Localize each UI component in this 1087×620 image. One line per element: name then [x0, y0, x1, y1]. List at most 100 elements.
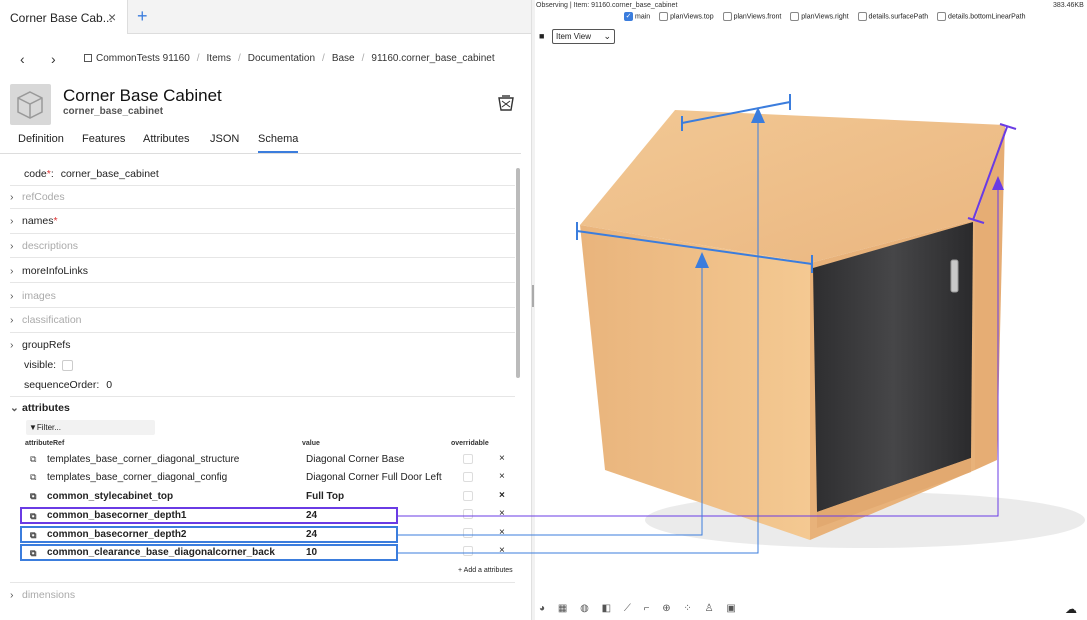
column-header-overridable: overridable: [451, 440, 489, 447]
remove-icon[interactable]: ×: [499, 527, 505, 538]
external-link-icon[interactable]: ⧉: [30, 491, 36, 502]
attribute-ref[interactable]: templates_base_corner_diagonal_structure: [47, 454, 239, 465]
page-title: Corner Base Cabinet: [63, 86, 222, 105]
section-label: names: [22, 215, 54, 227]
door-handle: [950, 259, 959, 293]
table-row: ⧉ templates_base_corner_diagonal_structu…: [20, 452, 517, 469]
breadcrumb-item[interactable]: Items: [207, 53, 231, 64]
section-refcodes[interactable]: › refCodes: [10, 191, 515, 203]
row-controls: ×: [398, 507, 518, 524]
attribute-filter-input[interactable]: ▼Filter...: [26, 420, 155, 435]
remove-icon[interactable]: ×: [499, 545, 505, 556]
compass-icon[interactable]: ◍: [580, 603, 589, 614]
brush-icon[interactable]: ⟋: [624, 603, 631, 614]
visible-checkbox[interactable]: [62, 359, 74, 371]
cabinet-left-side: [580, 225, 810, 540]
row-controls: ×: [398, 526, 518, 543]
cloud-download-icon[interactable]: ☁: [1065, 602, 1077, 616]
attribute-ref[interactable]: common_clearance_base_diagonalcorner_bac…: [47, 547, 275, 558]
section-dimensions[interactable]: › dimensions: [10, 589, 75, 601]
dots-grid-icon[interactable]: ⁘: [683, 603, 691, 614]
section-label: classification: [22, 314, 82, 326]
remove-icon[interactable]: ×: [499, 453, 505, 464]
section-classification[interactable]: › classification: [10, 314, 515, 326]
overridable-checkbox[interactable]: [463, 491, 473, 501]
overridable-checkbox[interactable]: [463, 472, 473, 482]
cabinet-3d-model[interactable]: [535, 0, 1087, 600]
overridable-checkbox[interactable]: [463, 454, 473, 464]
add-tab-icon[interactable]: +: [137, 6, 148, 27]
cube-icon: [17, 91, 43, 119]
overridable-checkbox[interactable]: [463, 546, 473, 556]
cube-icon[interactable]: ◧: [602, 603, 611, 614]
visible-label: visible:: [24, 359, 57, 371]
gallery-icon[interactable]: ▣: [726, 603, 735, 614]
external-link-icon[interactable]: ⧉: [30, 454, 36, 465]
overridable-checkbox[interactable]: [463, 528, 473, 538]
sequence-value: 0: [106, 379, 113, 391]
external-link-icon[interactable]: ⧉: [30, 548, 36, 559]
breadcrumb: CommonTests 91160/Items / Documentation / Ba…: [84, 53, 495, 64]
crop-icon[interactable]: ⌐: [644, 603, 650, 614]
table-row: ⧉ common_stylecabinet_top Full Top ×: [20, 489, 517, 506]
breadcrumb-item[interactable]: CommonTests 91160: [96, 53, 190, 64]
close-icon[interactable]: ×: [108, 9, 116, 25]
attribute-value: Diagonal Corner Base: [306, 454, 405, 465]
chevron-right-icon: ›: [10, 589, 14, 601]
trash-icon[interactable]: [497, 95, 515, 113]
remove-icon[interactable]: ×: [499, 471, 505, 482]
table-row-highlighted: ⧉ common_basecorner_depth1 24: [20, 507, 398, 524]
breadcrumb-item[interactable]: Documentation: [248, 53, 315, 64]
table-row-highlighted: ⧉ common_basecorner_depth2 24: [20, 526, 398, 543]
add-attribute-button[interactable]: + Add a attributes: [458, 567, 513, 574]
chevron-right-icon: ›: [10, 191, 14, 203]
section-moreinfolinks[interactable]: › moreInfoLinks: [10, 265, 515, 277]
tab-definition[interactable]: Definition: [18, 133, 64, 145]
code-label: code: [24, 168, 47, 180]
tab-attributes[interactable]: Attributes: [143, 133, 189, 145]
breadcrumb-item[interactable]: Base: [332, 53, 355, 64]
external-link-icon[interactable]: ⧉: [30, 472, 36, 483]
attribute-value: 24: [306, 529, 318, 540]
visible-field: visible:: [24, 359, 529, 371]
forward-arrow-icon[interactable]: ›: [51, 51, 56, 67]
row-controls: ×: [398, 544, 518, 561]
section-descriptions[interactable]: › descriptions: [10, 240, 515, 252]
splitter-handle[interactable]: [532, 285, 534, 307]
attribute-ref[interactable]: common_basecorner_depth1: [47, 510, 187, 521]
table-row-highlighted: ⧉ common_clearance_base_diagonalcorner_b…: [20, 544, 398, 561]
item-code: corner_base_cabinet: [63, 106, 164, 117]
section-attributes[interactable]: ⌄ attributes: [10, 402, 515, 414]
tab-features[interactable]: Features: [82, 133, 125, 145]
grid-icon[interactable]: ▦: [558, 603, 567, 614]
attribute-ref[interactable]: common_stylecabinet_top: [47, 491, 173, 502]
scrollbar[interactable]: [516, 168, 520, 378]
section-label: refCodes: [22, 191, 65, 203]
folder-icon: [84, 54, 92, 62]
attribute-ref[interactable]: common_basecorner_depth2: [47, 529, 187, 540]
external-link-icon[interactable]: ⧉: [30, 511, 36, 522]
chevron-down-icon: ⌄: [10, 402, 19, 414]
person-icon[interactable]: ♙: [705, 603, 714, 614]
document-tab[interactable]: Corner Base Cab... ×: [0, 0, 128, 34]
tab-json[interactable]: JSON: [210, 133, 239, 145]
column-header-attributeref: attributeRef: [25, 440, 65, 447]
section-images[interactable]: › images: [10, 290, 515, 302]
tab-schema[interactable]: Schema: [258, 133, 299, 153]
section-label: attributes: [22, 402, 70, 414]
filter-placeholder: Filter...: [36, 423, 61, 432]
filter-icon: ▼: [29, 423, 37, 432]
back-arrow-icon[interactable]: ‹: [20, 51, 25, 67]
external-link-icon[interactable]: ⧉: [30, 530, 36, 541]
attribute-ref[interactable]: templates_base_corner_diagonal_config: [47, 472, 227, 483]
breadcrumb-item[interactable]: 91160.corner_base_cabinet: [371, 53, 494, 64]
section-names[interactable]: › names*: [10, 215, 515, 227]
remove-icon[interactable]: ×: [499, 508, 505, 519]
column-header-value: value: [302, 440, 320, 447]
overridable-checkbox[interactable]: [463, 509, 473, 519]
palette-icon[interactable]: ◕: [539, 603, 545, 614]
remove-icon[interactable]: ×: [499, 490, 505, 501]
target-icon[interactable]: ⊕: [662, 603, 670, 614]
chevron-right-icon: ›: [10, 265, 14, 277]
section-grouprefs[interactable]: › groupRefs: [10, 339, 515, 351]
